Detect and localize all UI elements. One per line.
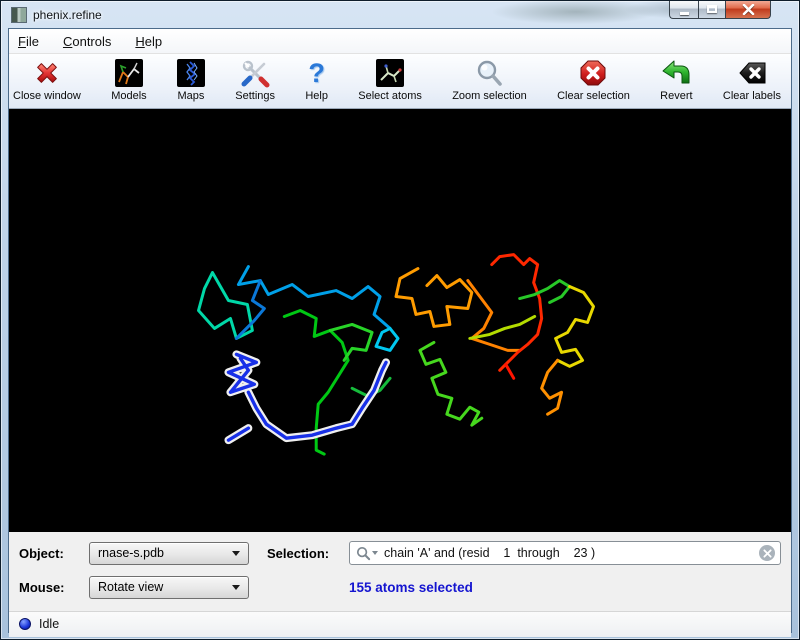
- toolbar-label: Maps: [178, 90, 205, 102]
- toolbar-help[interactable]: ? Help: [305, 56, 328, 108]
- status-dot-icon: [19, 618, 31, 630]
- toolbar-maps[interactable]: Maps: [177, 56, 205, 108]
- menu-bar: File Controls Help: [9, 29, 791, 54]
- chevron-down-icon: [232, 551, 240, 556]
- toolbar-label: Zoom selection: [452, 90, 527, 102]
- zoom-selection-icon: [475, 56, 503, 90]
- status-bar: Idle: [9, 611, 791, 637]
- clear-labels-icon: [738, 56, 766, 90]
- client-area: File Controls Help Close window: [8, 28, 792, 633]
- clear-selection-icon: [579, 56, 607, 90]
- revert-icon: [661, 56, 691, 90]
- molecule-render: [9, 109, 791, 532]
- title-bar[interactable]: phenix.refine: [1, 1, 799, 28]
- object-label: Object:: [19, 546, 89, 561]
- atoms-selected-text: 155 atoms selected: [349, 580, 473, 595]
- toolbar-zoom-selection[interactable]: Zoom selection: [452, 56, 527, 108]
- close-icon: [742, 4, 755, 15]
- object-row: Object: rnase-s.pdb Selection:: [19, 541, 781, 566]
- selection-searchbox[interactable]: [349, 541, 781, 565]
- toolbar-clear-labels[interactable]: Clear labels: [723, 56, 781, 108]
- toolbar-clear-selection[interactable]: Clear selection: [557, 56, 630, 108]
- maps-icon: [177, 56, 205, 90]
- close-window-icon: [32, 56, 62, 90]
- status-text: Idle: [39, 617, 59, 631]
- clear-search-icon[interactable]: [759, 545, 775, 561]
- toolbar-label: Models: [111, 90, 146, 102]
- toolbar-select-atoms[interactable]: Select atoms: [358, 56, 422, 108]
- maximize-icon: [707, 5, 717, 13]
- mouse-dropdown[interactable]: Rotate view: [89, 576, 249, 599]
- toolbar-label: Clear selection: [557, 90, 630, 102]
- menu-controls[interactable]: Controls: [63, 34, 111, 49]
- search-icon[interactable]: [356, 546, 378, 561]
- object-value: rnase-s.pdb: [98, 546, 164, 560]
- toolbar-label: Close window: [13, 90, 81, 102]
- mouse-row: Mouse: Rotate view 155 atoms selected: [19, 575, 781, 600]
- menu-file[interactable]: File: [18, 34, 39, 49]
- toolbar-settings[interactable]: Settings: [235, 56, 275, 108]
- toolbar-label: Settings: [235, 90, 275, 102]
- toolbar-models[interactable]: Models: [111, 56, 146, 108]
- viewer-canvas[interactable]: [9, 109, 791, 532]
- search-options-caret-icon: [372, 551, 378, 555]
- settings-icon: [240, 56, 270, 90]
- toolbar-label: Clear labels: [723, 90, 781, 102]
- control-panel: Object: rnase-s.pdb Selection:: [9, 532, 791, 611]
- window-controls: [669, 0, 771, 19]
- selection-input[interactable]: [382, 545, 759, 561]
- minimize-button[interactable]: [669, 0, 698, 19]
- close-button[interactable]: [726, 0, 771, 19]
- app-icon: [11, 7, 27, 23]
- mouse-label: Mouse:: [19, 580, 89, 595]
- object-dropdown[interactable]: rnase-s.pdb: [89, 542, 249, 565]
- chevron-down-icon: [232, 585, 240, 590]
- select-atoms-icon: [376, 56, 404, 90]
- selection-label: Selection:: [267, 546, 349, 561]
- menu-help[interactable]: Help: [135, 34, 162, 49]
- mouse-value: Rotate view: [98, 580, 163, 594]
- phenix-refine-window: phenix.refine File Controls Help: [0, 0, 800, 640]
- toolbar: Close window Models: [9, 54, 791, 109]
- toolbar-label: Help: [305, 90, 328, 102]
- models-icon: [115, 56, 143, 90]
- help-icon: ?: [308, 56, 325, 90]
- toolbar-close-window[interactable]: Close window: [13, 56, 81, 108]
- toolbar-label: Select atoms: [358, 90, 422, 102]
- minimize-icon: [680, 12, 689, 15]
- maximize-button[interactable]: [698, 0, 726, 19]
- toolbar-label: Revert: [660, 90, 692, 102]
- toolbar-revert[interactable]: Revert: [660, 56, 692, 108]
- window-title: phenix.refine: [33, 8, 102, 22]
